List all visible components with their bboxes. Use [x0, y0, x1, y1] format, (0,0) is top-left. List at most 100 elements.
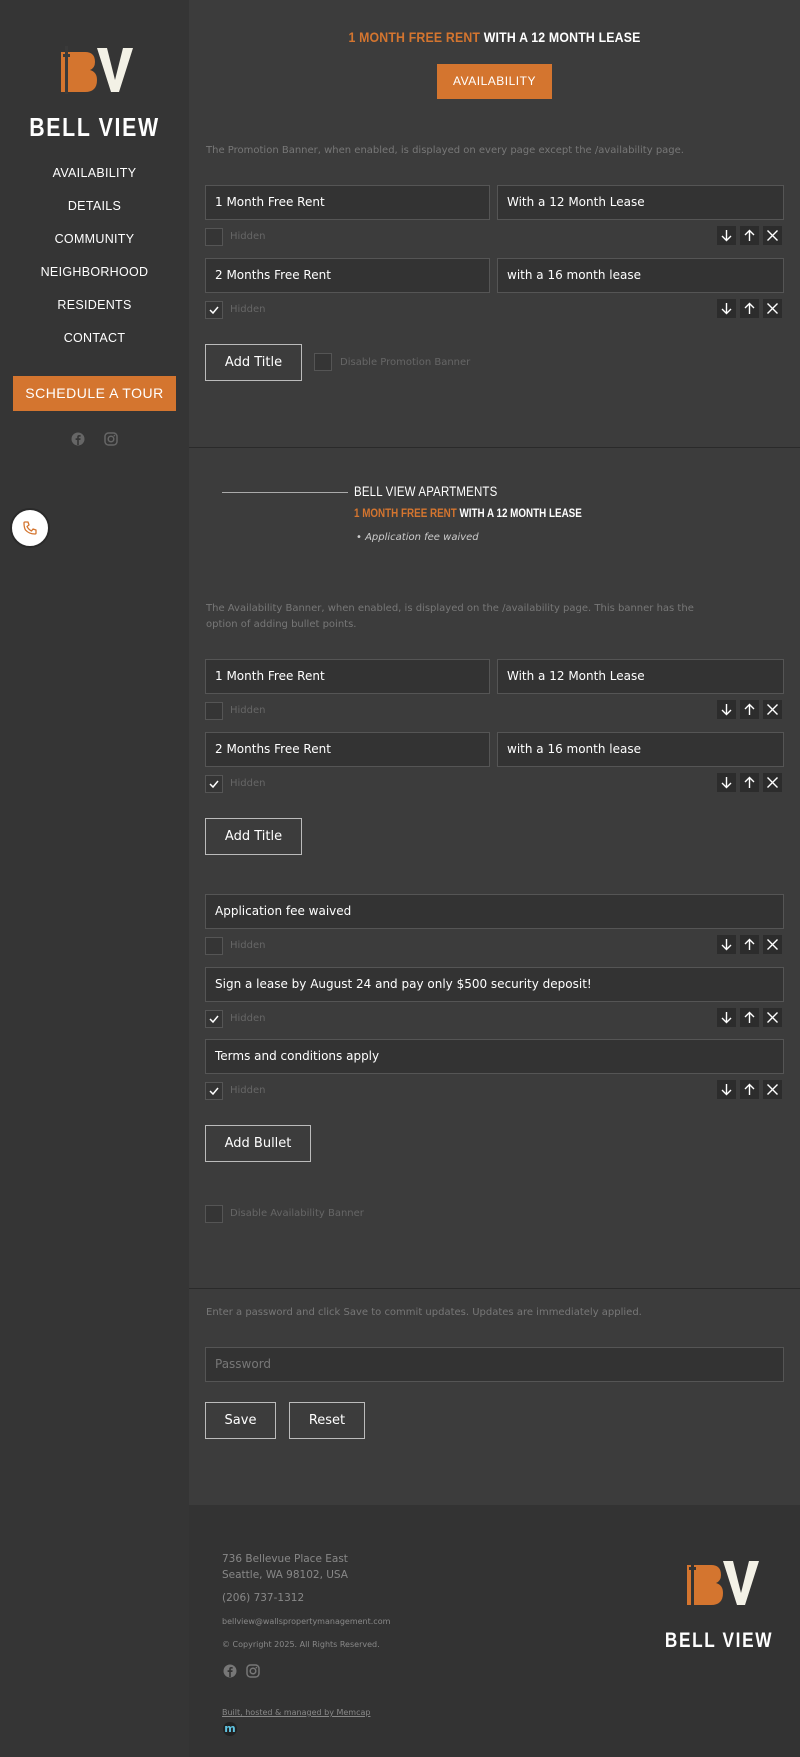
hidden-label: Hidden [230, 231, 266, 242]
section-divider [189, 1288, 800, 1289]
facebook-icon[interactable] [71, 432, 85, 446]
availability-preview-bullet: • Application fee waived [356, 532, 479, 543]
promo-title-1-left-input[interactable]: 1 Month Free Rent [205, 185, 490, 220]
move-up-icon[interactable] [740, 299, 759, 318]
remove-icon[interactable] [763, 1080, 782, 1099]
remove-icon[interactable] [763, 1008, 782, 1027]
sidebar: BELL VIEW AVAILABILITY DETAILS COMMUNITY… [0, 0, 189, 1757]
preview-rule [222, 492, 348, 493]
hidden-label: Hidden [230, 705, 266, 716]
save-description: Enter a password and click Save to commi… [206, 1307, 642, 1318]
nav-contact[interactable]: CONTACT [0, 325, 189, 358]
move-up-icon[interactable] [740, 935, 759, 954]
phone-call-button[interactable] [10, 508, 50, 548]
footer-email[interactable]: bellview@wallspropertymanagement.com [222, 1614, 390, 1630]
bell-view-logo[interactable] [683, 1557, 761, 1609]
nav-availability[interactable]: AVAILABILITY [0, 160, 189, 193]
move-up-icon[interactable] [740, 226, 759, 245]
check-icon [209, 1087, 219, 1096]
footer-brand: BELL VIEW [664, 1629, 774, 1652]
move-up-icon[interactable] [740, 1008, 759, 1027]
remove-icon[interactable] [763, 935, 782, 954]
phone-icon [23, 521, 37, 535]
disable-availability-label: Disable Availability Banner [230, 1208, 364, 1219]
move-down-icon[interactable] [717, 226, 736, 245]
reset-button[interactable]: Reset [289, 1402, 365, 1439]
promo-title-1-right-input[interactable]: With a 12 Month Lease [497, 185, 784, 220]
footer-credit-link[interactable]: Built, hosted & managed by Memcap [222, 1705, 370, 1721]
avail-title-1-left-input[interactable]: 1 Month Free Rent [205, 659, 490, 694]
move-down-icon[interactable] [717, 773, 736, 792]
hidden-label: Hidden [230, 940, 266, 951]
brand-name: BELL VIEW [29, 112, 160, 142]
instagram-icon[interactable] [246, 1664, 260, 1678]
availability-preview-text: WITH A 12 MONTH LEASE [459, 506, 582, 520]
main-nav: AVAILABILITY DETAILS COMMUNITY NEIGHBORH… [0, 160, 189, 358]
footer-copyright: © Copyright 2025. All Rights Reserved. [222, 1640, 380, 1649]
disable-promo-checkbox[interactable] [314, 353, 332, 371]
availability-preview-title: BELL VIEW APARTMENTS [354, 483, 498, 499]
bullet-3-input[interactable]: Terms and conditions apply [205, 1039, 784, 1074]
facebook-icon[interactable] [223, 1664, 237, 1678]
footer: 736 Bellevue Place East Seattle, WA 9810… [189, 1505, 800, 1757]
promo-banner-preview: 1 MONTH FREE RENT WITH A 12 MONTH LEASE [226, 29, 764, 45]
remove-icon[interactable] [763, 700, 782, 719]
schedule-tour-button[interactable]: SCHEDULE A TOUR [13, 376, 176, 411]
promo-description: The Promotion Banner, when enabled, is d… [206, 145, 684, 156]
section-divider [189, 447, 800, 448]
move-down-icon[interactable] [717, 1080, 736, 1099]
check-icon [209, 780, 219, 789]
nav-community[interactable]: COMMUNITY [0, 226, 189, 259]
promo-title-2-right-input[interactable]: with a 16 month lease [497, 258, 784, 293]
add-bullet-button[interactable]: Add Bullet [205, 1125, 311, 1162]
avail-title-2-hidden-checkbox[interactable] [205, 775, 223, 793]
add-title-button[interactable]: Add Title [205, 818, 302, 855]
move-down-icon[interactable] [717, 299, 736, 318]
avail-title-1-right-input[interactable]: With a 12 Month Lease [497, 659, 784, 694]
availability-preview-highlight: 1 MONTH FREE RENT [354, 506, 457, 520]
password-input[interactable]: Password [205, 1347, 784, 1382]
move-up-icon[interactable] [740, 1080, 759, 1099]
hidden-label: Hidden [230, 1013, 266, 1024]
avail-title-2-left-input[interactable]: 2 Months Free Rent [205, 732, 490, 767]
save-button[interactable]: Save [205, 1402, 276, 1439]
memcap-icon[interactable]: m [223, 1722, 237, 1736]
hidden-label: Hidden [230, 778, 266, 789]
bell-view-logo[interactable] [57, 44, 135, 96]
instagram-icon[interactable] [104, 432, 118, 446]
remove-icon[interactable] [763, 773, 782, 792]
move-down-icon[interactable] [717, 935, 736, 954]
promo-highlight: 1 MONTH FREE RENT [348, 29, 481, 45]
bullet-2-hidden-checkbox[interactable] [205, 1010, 223, 1028]
bullet-2-input[interactable]: Sign a lease by August 24 and pay only $… [205, 967, 784, 1002]
footer-phone[interactable]: (206) 737-1312 [222, 1590, 304, 1606]
remove-icon[interactable] [763, 299, 782, 318]
hidden-label: Hidden [230, 1085, 266, 1096]
avail-title-1-hidden-checkbox[interactable] [205, 702, 223, 720]
bullet-1-input[interactable]: Application fee waived [205, 894, 784, 929]
nav-residents[interactable]: RESIDENTS [0, 292, 189, 325]
promo-title-2-hidden-checkbox[interactable] [205, 301, 223, 319]
disable-availability-checkbox[interactable] [205, 1205, 223, 1223]
hidden-label: Hidden [230, 304, 266, 315]
availability-button[interactable]: AVAILABILITY [437, 64, 552, 99]
nav-neighborhood[interactable]: NEIGHBORHOOD [0, 259, 189, 292]
check-icon [209, 1015, 219, 1024]
disable-promo-label: Disable Promotion Banner [340, 357, 471, 368]
promo-text: WITH A 12 MONTH LEASE [483, 29, 641, 45]
add-title-button[interactable]: Add Title [205, 344, 302, 381]
availability-preview-promo: 1 MONTH FREE RENT WITH A 12 MONTH LEASE [354, 506, 582, 520]
move-down-icon[interactable] [717, 700, 736, 719]
promo-title-2-left-input[interactable]: 2 Months Free Rent [205, 258, 490, 293]
remove-icon[interactable] [763, 226, 782, 245]
promo-title-1-hidden-checkbox[interactable] [205, 228, 223, 246]
bullet-3-hidden-checkbox[interactable] [205, 1082, 223, 1100]
bullet-1-hidden-checkbox[interactable] [205, 937, 223, 955]
nav-details[interactable]: DETAILS [0, 193, 189, 226]
move-up-icon[interactable] [740, 773, 759, 792]
avail-title-2-right-input[interactable]: with a 16 month lease [497, 732, 784, 767]
move-up-icon[interactable] [740, 700, 759, 719]
availability-description: The Availability Banner, when enabled, i… [206, 603, 694, 630]
check-icon [209, 306, 219, 315]
move-down-icon[interactable] [717, 1008, 736, 1027]
